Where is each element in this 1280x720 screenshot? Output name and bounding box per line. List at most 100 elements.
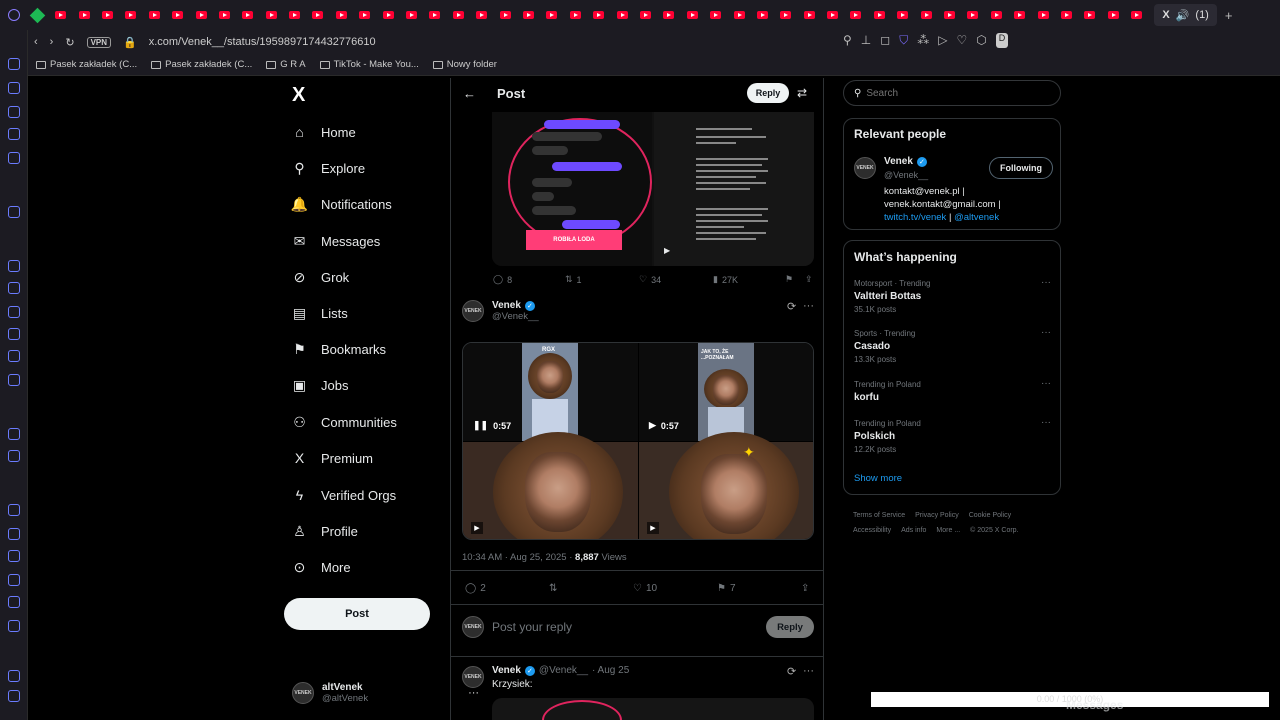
youtube-tab-icon[interactable] xyxy=(166,0,189,30)
shield-icon[interactable]: ⛉ xyxy=(899,33,908,48)
reply-submit-button[interactable]: Reply xyxy=(766,616,814,638)
sidebar-app-icon[interactable] xyxy=(8,690,20,702)
reply-input[interactable]: Post your reply xyxy=(492,620,572,634)
more-dots-icon[interactable]: ··· xyxy=(1041,277,1051,288)
youtube-tab-icon[interactable] xyxy=(774,0,797,30)
reply-header-button[interactable]: Reply xyxy=(747,83,789,103)
forward-arrow-icon[interactable]: › xyxy=(50,36,54,48)
youtube-tab-icon[interactable] xyxy=(914,0,937,30)
bio-link[interactable]: @altvenek xyxy=(954,212,999,223)
youtube-tab-icon[interactable] xyxy=(657,0,680,30)
speaker-icon[interactable]: 🔊 xyxy=(1176,9,1190,22)
nav-item-explore[interactable]: ⚲ Explore xyxy=(292,158,365,178)
zoom-icon[interactable]: ⚲ xyxy=(843,33,852,48)
new-tab-icon[interactable]: + xyxy=(1225,8,1233,23)
more-dots-icon[interactable]: ··· xyxy=(1041,378,1051,389)
search-box[interactable]: ⚲ xyxy=(843,80,1061,106)
nav-item-verified-orgs[interactable]: ϟ Verified Orgs xyxy=(292,485,396,505)
nav-item-bookmarks[interactable]: ⚑ Bookmarks xyxy=(292,339,386,359)
extensions-icon[interactable]: ⬡ xyxy=(976,33,986,48)
like-action[interactable]: ♡ 34 xyxy=(639,274,661,285)
trend-item[interactable]: Trending in Poland Polskich 12.2K posts xyxy=(854,419,921,454)
youtube-tab-icon[interactable] xyxy=(447,0,470,30)
youtube-tab-icon[interactable] xyxy=(1031,0,1054,30)
x-logo[interactable]: X xyxy=(292,84,305,107)
avatar[interactable]: VENEK xyxy=(462,300,484,322)
search-input[interactable] xyxy=(866,87,1047,99)
sidebar-app-icon[interactable] xyxy=(8,620,20,632)
send-icon[interactable]: ▷ xyxy=(938,33,947,48)
nav-item-home[interactable]: ⌂ Home xyxy=(292,122,355,142)
youtube-tab-icon[interactable] xyxy=(353,0,376,30)
youtube-tab-icon[interactable] xyxy=(1102,0,1125,30)
sidebar-app-icon[interactable] xyxy=(8,152,20,164)
youtube-tab-icon[interactable] xyxy=(821,0,844,30)
play-icon[interactable]: ▶ xyxy=(649,420,656,431)
heart-icon[interactable]: ♡ xyxy=(956,33,967,48)
quoted-media[interactable]: ROBIŁA LODA ▶ xyxy=(492,112,814,266)
sidebar-app-icon[interactable] xyxy=(8,282,20,294)
sidebar-app-icon[interactable] xyxy=(8,350,20,362)
youtube-tab-icon[interactable] xyxy=(400,0,423,30)
sidebar-app-icon[interactable] xyxy=(8,374,20,386)
post-button[interactable]: Post xyxy=(284,598,430,630)
youtube-tab-icon[interactable] xyxy=(891,0,914,30)
messages-drawer[interactable]: Messages xyxy=(1066,698,1123,712)
sidebar-app-icon[interactable] xyxy=(8,128,20,140)
profile-icon[interactable]: D xyxy=(995,33,1009,48)
person-handle[interactable]: @Venek__ xyxy=(884,170,928,180)
bookmark-action[interactable]: ⚑ 7 xyxy=(717,583,736,594)
youtube-tab-icon[interactable] xyxy=(1055,0,1078,30)
bookmark-item[interactable]: Pasek zakładek (C... xyxy=(36,59,137,70)
sidebar-app-icon[interactable] xyxy=(8,58,20,70)
nav-item-grok[interactable]: ⊘ Grok xyxy=(292,267,350,287)
repost-action[interactable]: ⇅ xyxy=(549,583,557,594)
youtube-tab-icon[interactable] xyxy=(260,0,283,30)
trend-item[interactable]: Motorsport · Trending Valtteri Bottas 35.1… xyxy=(854,279,930,314)
reply-media[interactable] xyxy=(492,698,814,720)
bookmark-page-icon[interactable]: ◻ xyxy=(880,33,890,48)
youtube-tab-icon[interactable] xyxy=(564,0,587,30)
sidebar-app-icon[interactable] xyxy=(8,670,20,682)
nav-item-jobs[interactable]: ▣ Jobs xyxy=(292,375,349,395)
address-bar[interactable]: ‹ › ↻ VPN 🔒 x.com/Venek__/status/1959897… xyxy=(0,30,1280,54)
nav-item-notifications[interactable]: 🔔 Notifications xyxy=(291,194,392,214)
bookmark-item[interactable]: Nowy folder xyxy=(432,59,497,70)
youtube-tab-icon[interactable] xyxy=(961,0,984,30)
nav-item-profile[interactable]: ♙ Profile xyxy=(292,521,358,541)
video-tile[interactable]: JAK TO, ŻE ...POZNAŁAM ▶ 0:57 xyxy=(639,343,813,441)
sidebar-app-icon[interactable] xyxy=(8,596,20,608)
trend-item[interactable]: Trending in Poland korfu xyxy=(854,380,921,403)
back-arrow-icon[interactable]: ← xyxy=(463,86,476,101)
pause-icon[interactable]: ❚❚ xyxy=(473,420,488,431)
pin-icon[interactable]: ⊥ xyxy=(861,33,871,48)
views-action[interactable]: ▮ 27K xyxy=(713,274,738,285)
post-time[interactable]: 10:34 AM · Aug 25, 2025 · xyxy=(462,552,575,563)
sidebar-app-icon[interactable] xyxy=(8,106,20,118)
youtube-tab-icon[interactable] xyxy=(283,0,306,30)
youtube-tab-icon[interactable] xyxy=(236,0,259,30)
youtube-tab-icon[interactable] xyxy=(330,0,353,30)
youtube-tab-icon[interactable] xyxy=(376,0,399,30)
youtube-tab-icon[interactable] xyxy=(798,0,821,30)
sidebar-app-icon[interactable] xyxy=(8,306,20,318)
repost-action[interactable]: ⇅ 1 xyxy=(565,274,582,285)
sidebar-app-icon[interactable] xyxy=(8,206,20,218)
youtube-tab-icon[interactable] xyxy=(423,0,446,30)
active-tab[interactable]: X 🔊 (1) xyxy=(1154,4,1217,26)
translate-icon[interactable]: ⁂ xyxy=(917,33,929,48)
sidebar-app-icon[interactable] xyxy=(8,260,20,272)
sidebar-app-icon[interactable] xyxy=(8,82,20,94)
video-tile[interactable]: ▶ xyxy=(463,432,638,539)
reply-date[interactable]: · Aug 25 xyxy=(592,665,629,676)
youtube-tab-icon[interactable] xyxy=(938,0,961,30)
nav-item-lists[interactable]: ▤ Lists xyxy=(292,303,348,323)
nav-item-communities[interactable]: ⚇ Communities xyxy=(292,412,397,432)
youtube-tab-icon[interactable] xyxy=(49,0,72,30)
sidebar-app-icon[interactable] xyxy=(8,574,20,586)
reply-action[interactable]: ◯ 2 xyxy=(465,583,486,594)
author-name[interactable]: Venek xyxy=(492,300,521,311)
reload-icon[interactable]: ↻ xyxy=(65,36,74,49)
more-dots-icon[interactable]: ··· xyxy=(803,300,814,312)
person-name[interactable]: Venek xyxy=(884,156,913,167)
